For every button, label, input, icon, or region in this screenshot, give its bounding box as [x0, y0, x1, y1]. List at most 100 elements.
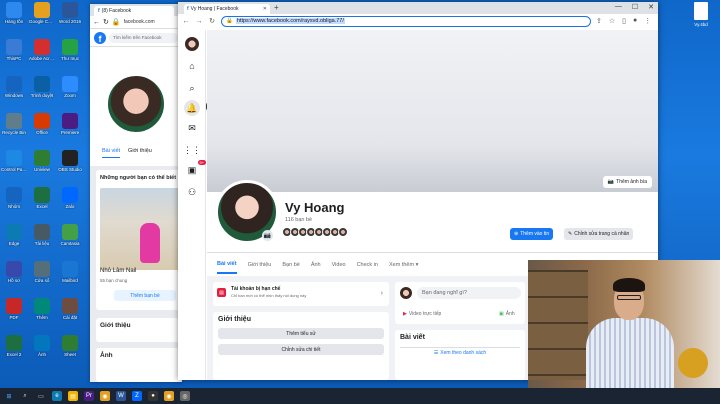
- close-window-icon[interactable]: ✕: [648, 3, 654, 11]
- chrome-icon-2[interactable]: ◉: [164, 391, 174, 401]
- facebook-logo-icon[interactable]: f: [94, 31, 106, 44]
- composer-input[interactable]: Bạn đang nghĩ gì?: [417, 287, 521, 299]
- back-profile-avatar[interactable]: [106, 74, 166, 134]
- desktop-icon[interactable]: Camtasia: [57, 224, 83, 246]
- home-icon[interactable]: ⌂: [184, 58, 200, 74]
- tab-checkins[interactable]: Check in: [357, 262, 378, 268]
- back-tab-posts[interactable]: Bài viết: [102, 148, 121, 158]
- search-icon[interactable]: ⌕: [184, 80, 200, 96]
- reload-icon[interactable]: ↻: [208, 17, 216, 25]
- desktop-icon[interactable]: Premiere: [57, 113, 83, 135]
- desktop-icon[interactable]: Uniview: [29, 150, 55, 172]
- desktop-icon[interactable]: Edge: [1, 224, 27, 246]
- desktop-icon[interactable]: Tài liệu: [29, 224, 55, 246]
- obs-icon[interactable]: ●: [148, 391, 158, 401]
- friend-avatar[interactable]: [338, 227, 348, 237]
- premiere-icon[interactable]: Pr: [84, 391, 94, 401]
- suggested-friend-name[interactable]: Nhỏ Lâm Nail: [100, 268, 136, 274]
- close-tab-icon[interactable]: ✕: [263, 6, 267, 12]
- desktop-icon[interactable]: Office: [29, 113, 55, 135]
- desktop-icon[interactable]: Hàng tồn: [1, 2, 27, 24]
- friend-count[interactable]: 116 bạn bè: [285, 217, 312, 223]
- desktop-icon[interactable]: Cài đặt: [57, 298, 83, 320]
- desktop-icon[interactable]: Zalo: [57, 187, 83, 209]
- add-friend-button[interactable]: Thêm bạn bè: [114, 290, 176, 301]
- main-browser-tab[interactable]: f Vy Hoang | Facebook ✕: [184, 4, 270, 14]
- desktop-icon[interactable]: Control Panel: [1, 150, 27, 172]
- menu-grid-icon[interactable]: ⋮⋮: [183, 142, 201, 158]
- forward-arrow-icon[interactable]: →: [195, 18, 203, 25]
- chrome-icon[interactable]: ◉: [100, 391, 110, 401]
- edge-icon[interactable]: e: [52, 391, 62, 401]
- word-icon[interactable]: W: [116, 391, 126, 401]
- sidebar-icon[interactable]: ▯: [622, 17, 626, 25]
- explorer-icon[interactable]: ▤: [68, 391, 78, 401]
- desktop-icon[interactable]: ThisPC: [1, 39, 27, 61]
- camera-icon[interactable]: ◎: [180, 391, 190, 401]
- camera-icon[interactable]: 📷: [262, 230, 273, 241]
- photo-button[interactable]: ▣ Ảnh: [499, 311, 515, 317]
- zalo-icon[interactable]: Z: [132, 391, 142, 401]
- back-address[interactable]: facebook.com: [124, 19, 179, 25]
- restricted-account-notice[interactable]: ▤ Tài khoản bị hạn chế Chỉ bạn mới có th…: [213, 282, 389, 306]
- address-bar[interactable]: 🔒 https://www.facebook.com/raysvd.obliga…: [221, 15, 591, 27]
- desktop-icon[interactable]: Excel: [29, 187, 55, 209]
- desktop-icon[interactable]: Cửa sổ: [29, 261, 55, 283]
- groups-icon[interactable]: ⚇: [184, 184, 200, 200]
- back-search-input[interactable]: Tìm kiếm trên Facebook: [109, 32, 178, 43]
- back-browser-tab[interactable]: f (8) Facebook: [94, 6, 174, 16]
- tab-more[interactable]: Xem thêm ▾: [389, 262, 418, 268]
- task-view-icon[interactable]: ▭: [36, 391, 46, 401]
- background-browser-window[interactable]: f (8) Facebook ← ↻ 🔒 facebook.com f Tìm …: [90, 4, 182, 382]
- desktop-icon[interactable]: Windows: [1, 76, 27, 98]
- bookmark-star-icon[interactable]: ☆: [609, 17, 615, 25]
- desktop-icon[interactable]: Word 2016: [57, 2, 83, 24]
- start-icon[interactable]: ⊞: [4, 391, 14, 401]
- chat-icon[interactable]: ▣ 9+: [184, 160, 206, 178]
- minimize-icon[interactable]: —: [615, 3, 622, 11]
- desktop-icon[interactable]: Trình duyệt: [29, 76, 55, 98]
- edit-profile-button[interactable]: ✎ Chỉnh sửa trang cá nhân: [564, 228, 634, 240]
- tab-videos[interactable]: Video: [332, 262, 346, 268]
- desktop-icon[interactable]: OBS Studio: [57, 150, 83, 172]
- tab-friends[interactable]: Bạn bè: [282, 262, 299, 268]
- tab-about[interactable]: Giới thiệu: [248, 262, 272, 268]
- menu-icon[interactable]: ⋮: [644, 17, 651, 25]
- address-url[interactable]: https://www.facebook.com/raysvd.obliga.7…: [235, 18, 345, 24]
- reload-icon[interactable]: ↻: [103, 18, 109, 26]
- desktop-icon[interactable]: Thư mục: [57, 39, 83, 61]
- tab-photos[interactable]: Ảnh: [311, 262, 321, 268]
- maximize-icon[interactable]: ☐: [632, 3, 638, 11]
- add-bio-button[interactable]: Thêm tiểu sử: [218, 328, 384, 339]
- desktop-icon[interactable]: Ảnh: [29, 335, 55, 357]
- back-arrow-icon[interactable]: ←: [182, 18, 190, 25]
- desktop-icon[interactable]: Thêm: [29, 298, 55, 320]
- add-cover-photo-button[interactable]: 📷 Thêm ảnh bìa: [602, 176, 652, 188]
- notifications-icon[interactable]: 🔔: [184, 100, 200, 116]
- desktop-icon[interactable]: Adobe Acrobat: [29, 39, 55, 61]
- desktop-icon[interactable]: Google Chrome: [29, 2, 55, 24]
- desktop-icon[interactable]: Nhóm: [1, 187, 27, 209]
- new-tab-icon[interactable]: +: [274, 3, 279, 12]
- desktop-icon[interactable]: Recycle Bin: [1, 113, 27, 135]
- back-tab-about[interactable]: Giới thiệu: [128, 148, 152, 158]
- add-to-story-button[interactable]: ⊕ Thêm vào tin: [510, 228, 554, 240]
- desktop-file-icon[interactable]: Vy.4bd: [686, 2, 716, 27]
- desktop-icon[interactable]: PDF: [1, 298, 27, 320]
- messenger-icon[interactable]: ✉: [184, 120, 200, 136]
- tab-posts[interactable]: Bài viết: [217, 255, 237, 274]
- edit-details-button[interactable]: Chỉnh sửa chi tiết: [218, 344, 384, 355]
- desktop-icon[interactable]: Excel 2: [1, 335, 27, 357]
- back-arrow-icon[interactable]: ←: [93, 19, 100, 26]
- profile-icon[interactable]: ●: [633, 17, 637, 25]
- share-icon[interactable]: ⇪: [596, 17, 602, 25]
- desktop-icon[interactable]: Sheet: [57, 335, 83, 357]
- desktop-icon[interactable]: Zoom: [57, 76, 83, 98]
- desktop-icon[interactable]: Mailbird: [57, 261, 83, 283]
- list-view-button[interactable]: ☰ Xem theo danh sách: [400, 347, 520, 358]
- suggested-friend-photo[interactable]: [100, 188, 182, 270]
- rail-profile-avatar[interactable]: [184, 36, 200, 52]
- search-icon[interactable]: ⌕: [20, 391, 30, 401]
- desktop-icon[interactable]: Hồ sơ: [1, 261, 27, 283]
- live-video-button[interactable]: ▶ Video trực tiếp: [403, 311, 441, 317]
